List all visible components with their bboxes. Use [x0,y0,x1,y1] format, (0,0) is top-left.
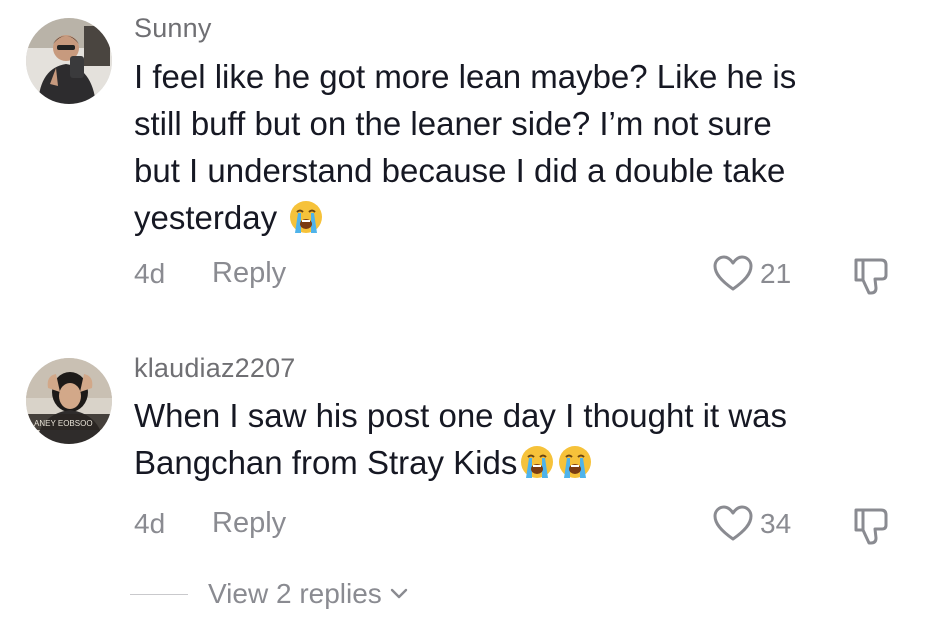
comment-text-line: still buff but on the leaner side? I’m n… [134,105,772,142]
view-replies-button[interactable]: View 2 replies [208,578,382,610]
thumbs-down-icon [854,508,888,545]
reply-button[interactable]: Reply [212,507,286,540]
dislike-button[interactable] [850,505,892,547]
avatar[interactable]: ANEY EOBSOO [26,358,112,444]
like-button[interactable]: 21 [712,255,791,293]
comment-text: I feel like he got more lean maybe? Like… [134,53,904,241]
view-replies-row[interactable]: View 2 replies [130,578,408,610]
comment-text-line: Bangchan from Stray Kids [134,444,518,481]
loudly-crying-face-icon [519,444,555,480]
reply-button[interactable]: Reply [212,257,286,290]
like-count: 34 [760,508,792,539]
comment-timestamp: 4d [134,508,166,539]
thumbs-down-icon [854,258,888,295]
comment-text-line: but I understand because I did a double … [134,152,786,189]
like-button[interactable]: 34 [712,505,791,543]
avatar-caption: ANEY EOBSOO [34,419,93,428]
like-count: 21 [760,258,792,289]
dislike-button[interactable] [850,255,892,297]
comment-username[interactable]: Sunny [134,13,212,44]
chevron-down-icon [390,588,407,599]
heart-icon [713,505,753,541]
loudly-crying-face-icon [557,444,593,480]
comment-text-line: When I saw his post one day I thought it… [134,397,788,434]
loudly-crying-face-icon [288,199,324,235]
comment-text-line: yesterday [134,199,278,236]
divider [130,593,188,595]
comment-username[interactable]: klaudiaz2207 [134,353,296,384]
heart-icon [713,255,753,291]
comment-timestamp: 4d [134,258,166,289]
avatar[interactable] [26,18,112,104]
comment-text-line: I feel like he got more lean maybe? Like… [134,58,797,95]
comment-text: When I saw his post one day I thought it… [134,392,904,486]
